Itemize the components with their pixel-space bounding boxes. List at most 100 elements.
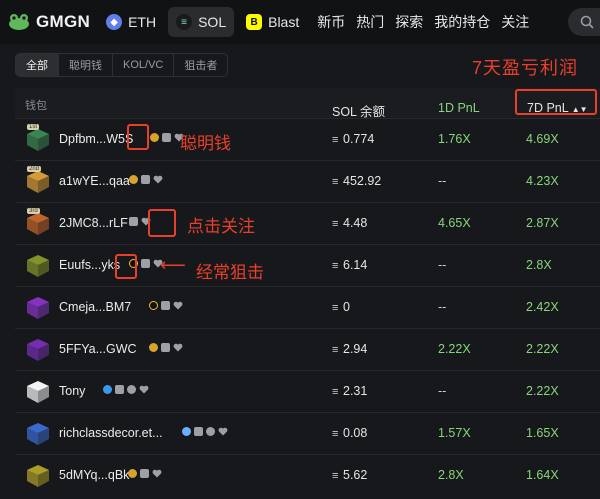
wallet-name[interactable]: Euufs...yks xyxy=(59,258,120,272)
sol-balance: ≡ 0.774 xyxy=(332,132,374,146)
wallet-name[interactable]: 2JMC8...rLF xyxy=(59,216,128,230)
heart-icon[interactable] xyxy=(218,427,228,436)
wallet-badges xyxy=(149,301,183,310)
money-bag-icon xyxy=(129,175,138,184)
wallet-avatar[interactable]: 1st xyxy=(25,124,51,152)
table-row[interactable]: 5FFYa...GWC ≡ 2.94 2.22X 2.22X xyxy=(15,328,600,369)
sol-balance: ≡ 452.92 xyxy=(332,174,381,188)
pnl-1d: -- xyxy=(438,384,447,398)
menu-holdings[interactable]: 我的持仓 xyxy=(434,12,490,32)
rank-badge: 2nd xyxy=(27,166,42,172)
chain-sol-tab[interactable]: ≡ SOL xyxy=(168,7,235,37)
wallet-name[interactable]: richclassdecor.et... xyxy=(59,426,163,440)
blast-icon: B xyxy=(246,14,263,30)
copy-icon[interactable] xyxy=(115,385,124,394)
highlight-box-smart-money xyxy=(127,124,149,150)
wallet-name[interactable]: a1wYE...qaa xyxy=(59,174,130,188)
verified-icon xyxy=(103,385,112,394)
table-row[interactable]: Euufs...yks ≡ 6.14 -- 2.8X xyxy=(15,244,600,285)
filter-all-tab[interactable]: 全部 xyxy=(16,54,59,76)
wallet-avatar[interactable] xyxy=(25,336,51,362)
wallet-avatar[interactable]: 2nd xyxy=(25,166,51,194)
menu-discover[interactable]: 探索 xyxy=(395,12,423,32)
copy-icon[interactable] xyxy=(141,259,150,268)
menu-new-tokens[interactable]: 新币 xyxy=(317,12,345,32)
menu-following[interactable]: 关注 xyxy=(501,12,529,32)
chain-eth-tab[interactable]: ◆ ETH xyxy=(98,7,164,37)
copy-icon[interactable] xyxy=(129,217,138,226)
copy-icon[interactable] xyxy=(162,133,171,142)
wallet-name[interactable]: Dpfbm...W5S xyxy=(59,132,133,146)
copy-icon[interactable] xyxy=(141,175,150,184)
wallet-badges xyxy=(150,133,184,142)
sol-balance-value: 0.774 xyxy=(343,132,375,146)
wallet-avatar[interactable] xyxy=(25,462,51,488)
pnl-7d: 4.23X xyxy=(526,174,559,188)
wallet-avatar[interactable] xyxy=(25,420,51,446)
money-bag-icon xyxy=(149,343,158,352)
sol-balance: ≡ 2.31 xyxy=(332,384,367,398)
sol-icon: ≡ xyxy=(332,344,339,356)
wallet-avatar[interactable] xyxy=(25,378,51,404)
chain-label: Blast xyxy=(268,14,300,30)
table-row[interactable]: 2nd a1wYE...qaa ≡ 452.92 -- 4.23X xyxy=(15,160,600,201)
wallet-name[interactable]: 5dMYq...qBk xyxy=(59,468,129,482)
filter-sniper-tab[interactable]: 狙击者 xyxy=(174,54,227,76)
sol-balance-value: 452.92 xyxy=(343,174,382,188)
heart-icon[interactable] xyxy=(152,469,162,478)
wallet-avatar[interactable] xyxy=(25,294,51,320)
snowflake-icon xyxy=(182,427,191,436)
pnl-7d: 1.64X xyxy=(526,468,559,482)
col-1d-pnl[interactable]: 1D PnL xyxy=(438,101,480,115)
table-row[interactable]: Cmeja...BM7 ≡ 0 -- 2.42X xyxy=(15,286,600,327)
sol-icon: ≡ xyxy=(332,470,339,482)
wallet-badges xyxy=(129,175,163,184)
heart-icon[interactable] xyxy=(153,175,163,184)
annotation-7d-pnl: 7天盈亏利润 xyxy=(472,58,579,78)
filter-smart-money-tab[interactable]: 聪明钱 xyxy=(59,54,113,76)
menu-trending[interactable]: 热门 xyxy=(356,12,384,32)
sol-icon: ≡ xyxy=(332,428,339,440)
wallet-name[interactable]: Tony xyxy=(59,384,85,398)
sol-icon: ≡ xyxy=(332,302,339,314)
wallet-name[interactable]: 5FFYa...GWC xyxy=(59,342,137,356)
pnl-7d: 2.42X xyxy=(526,300,559,314)
wallet-avatar[interactable] xyxy=(25,252,51,278)
x-icon xyxy=(206,427,215,436)
sol-balance: ≡ 5.62 xyxy=(332,468,367,482)
sol-icon: ≡ xyxy=(332,260,339,272)
copy-icon[interactable] xyxy=(161,301,170,310)
rank-badge: 3rd xyxy=(27,208,40,214)
sol-balance-value: 0.08 xyxy=(343,426,368,440)
x-icon xyxy=(127,385,136,394)
pnl-7d: 2.8X xyxy=(526,258,552,272)
search-button[interactable] xyxy=(568,8,600,36)
brand-logo[interactable]: GMGN xyxy=(8,12,90,32)
frog-logo-icon xyxy=(8,13,30,31)
sol-balance-value: 5.62 xyxy=(343,468,368,482)
pnl-1d: 2.22X xyxy=(438,342,471,356)
copy-icon[interactable] xyxy=(140,469,149,478)
pnl-7d: 2.22X xyxy=(526,342,559,356)
copy-icon[interactable] xyxy=(161,343,170,352)
copy-icon[interactable] xyxy=(194,427,203,436)
chain-blast-tab[interactable]: B Blast xyxy=(238,7,307,37)
wallet-filter-tabs: 全部 聪明钱 KOL/VC 狙击者 xyxy=(15,53,229,77)
heart-icon[interactable] xyxy=(173,301,183,310)
rank-badge: 1st xyxy=(27,124,40,130)
wallet-name[interactable]: Cmeja...BM7 xyxy=(59,300,131,314)
table-row[interactable]: 5dMYq...qBk ≡ 5.62 2.8X 1.64X xyxy=(15,454,600,495)
annotation-follow: 点击关注 xyxy=(187,217,255,236)
table-row[interactable]: 1st Dpfbm...W5S ≡ 0.774 1.76X 4.69X xyxy=(15,118,600,159)
money-bag-icon xyxy=(150,133,159,142)
filter-kol-vc-tab[interactable]: KOL/VC xyxy=(113,54,175,76)
annotation-sniper: 经常狙击 xyxy=(196,263,264,282)
wallet-avatar[interactable]: 3rd xyxy=(25,208,51,236)
money-bag-icon xyxy=(128,469,137,478)
heart-icon[interactable] xyxy=(173,343,183,352)
table-row[interactable]: richclassdecor.et... ≡ 0.08 1.57X 1.65X xyxy=(15,412,600,453)
main-menu: 新币 热门 探索 我的持仓 关注 xyxy=(317,12,529,32)
table-row[interactable]: Tony ≡ 2.31 -- 2.22X xyxy=(15,370,600,411)
table-row[interactable]: 3rd 2JMC8...rLF ≡ 4.48 4.65X 2.87X xyxy=(15,202,600,243)
heart-icon[interactable] xyxy=(139,385,149,394)
